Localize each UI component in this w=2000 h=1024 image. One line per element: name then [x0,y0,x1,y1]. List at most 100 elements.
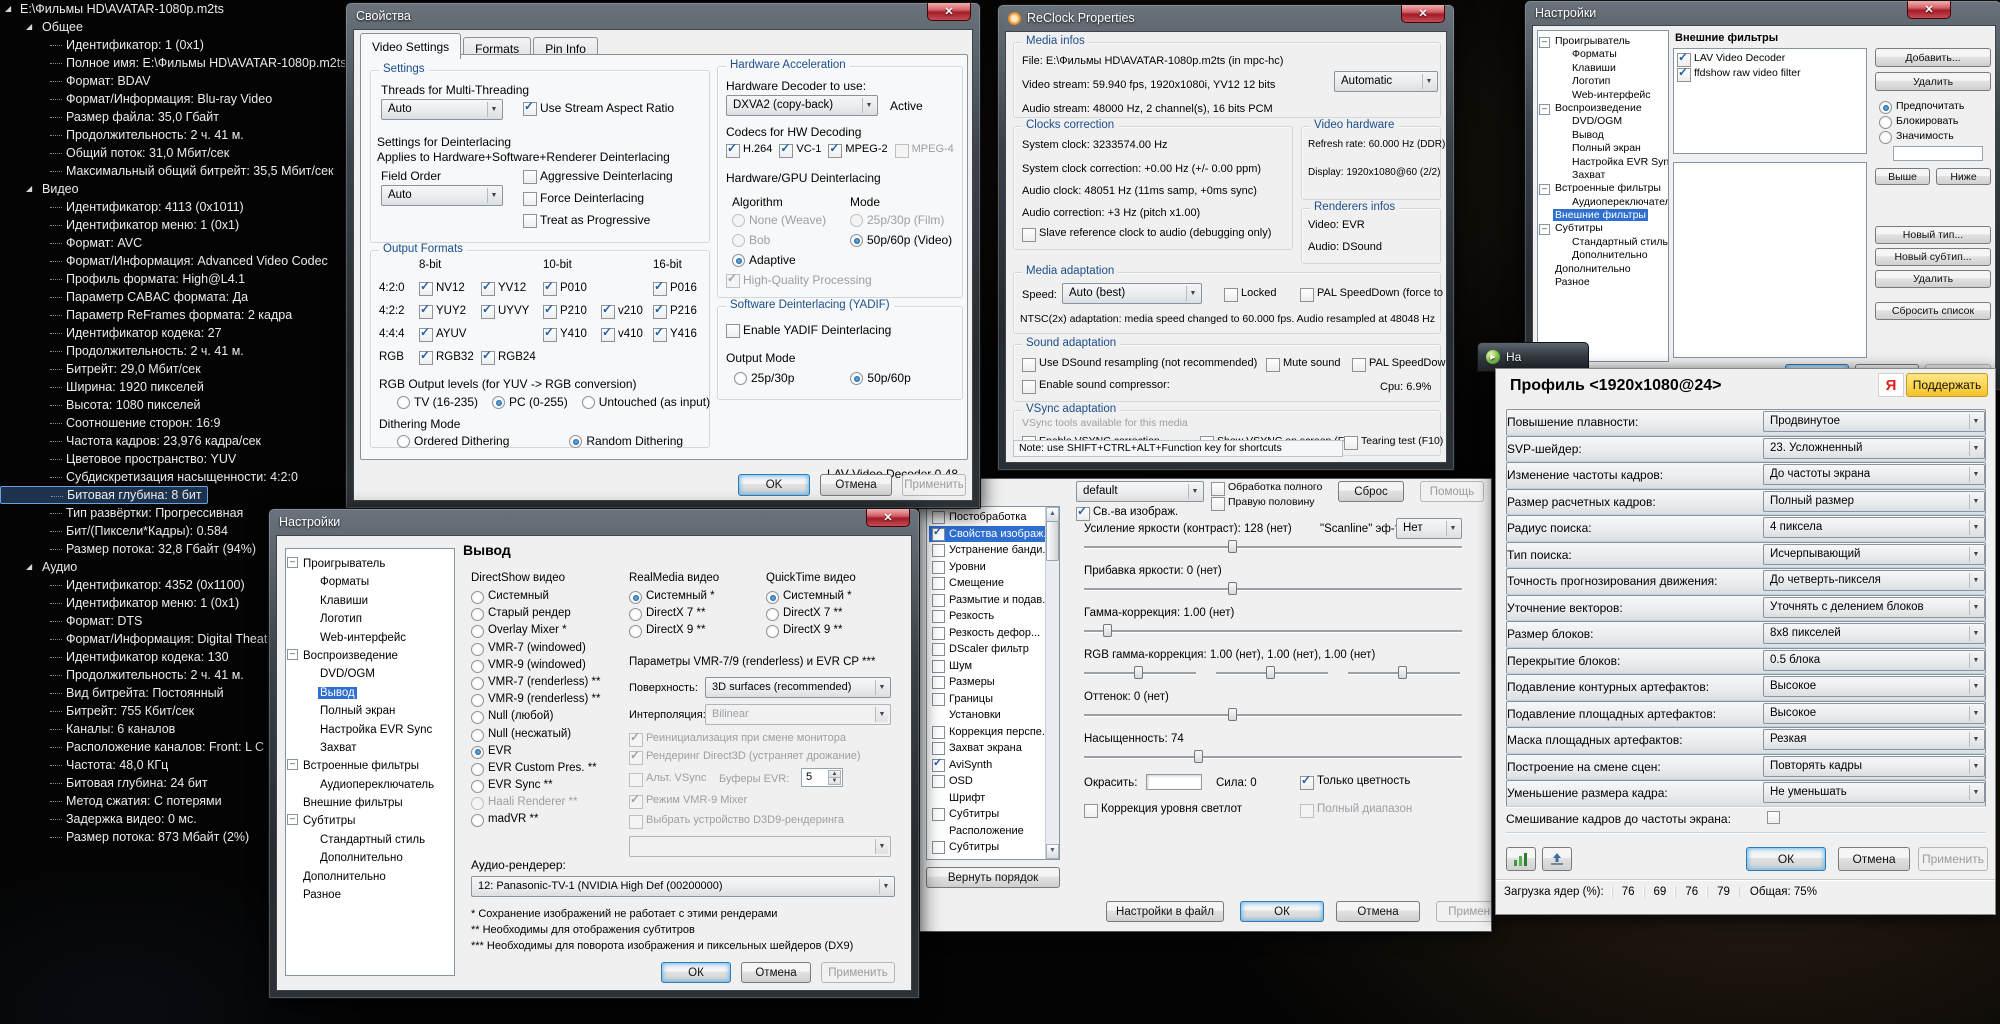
filter-tree-item[interactable]: Резкость [929,608,1045,625]
profile-row-select[interactable]: Исчерпывающий▼ [1763,544,1985,565]
renderer-radio[interactable]: DirectX 7 ** [766,607,852,624]
filter-tree-item[interactable]: Коррекция перспе... [929,724,1045,741]
close-button[interactable]: ✕ [1401,5,1445,23]
output-mode-radio[interactable]: 25p/30p [734,371,794,385]
profile-row-select[interactable]: Повторять кадры▼ [1763,756,1985,777]
lav-titlebar[interactable]: Свойства [346,3,980,29]
profile-row-select[interactable]: До частоты экрана▼ [1763,464,1985,485]
reclock-titlebar[interactable]: ReClock Properties [998,5,1454,31]
d3d9-device-select[interactable]: ▼ [629,836,891,857]
options-tree-item[interactable]: Внешние фильтры [286,794,454,812]
red-gamma-slider[interactable] [1084,665,1196,681]
options-tree-item[interactable]: Аудиопереключатель [1538,196,1668,209]
mediainfo-tree-item[interactable]: Продолжительность: 2 ч. 41 м. [0,342,348,360]
format-checkbox[interactable]: AYUV [419,328,481,340]
format-checkbox[interactable]: 10-bit [543,259,601,271]
profile-row-checkbox[interactable] [1767,811,1780,824]
mute-sound-checkbox[interactable]: Mute sound [1266,357,1340,369]
options-tree-item[interactable]: Форматы [286,573,454,591]
renderer-radio[interactable]: madVR ** [471,813,600,830]
renderer-radio[interactable]: VMR-9 (windowed) [471,659,600,676]
format-checkbox[interactable]: P216 [653,305,701,317]
add-filter-button[interactable]: Добавить... [1875,48,1991,67]
mpc-output-titlebar[interactable]: Настройки [269,509,919,535]
use-stream-aspect-checkbox[interactable]: Use Stream Aspect Ratio [523,101,674,115]
codec-checkbox[interactable]: MPEG-2 [828,143,887,155]
slider-thumb[interactable] [1194,750,1203,763]
options-tree-item[interactable]: Стандартный стиль [286,831,454,849]
format-checkbox[interactable]: v410 [601,328,653,340]
merit-input[interactable] [1893,146,1983,161]
contrast-slider[interactable] [1084,539,1462,555]
mediainfo-tree-item[interactable]: Профиль формата: High@L4.1 [0,270,348,288]
renderer-radio[interactable]: EVR Custom Pres. ** [471,762,600,779]
options-tree-item[interactable]: Стандартный стиль [1538,236,1668,249]
evr-buffers-spinner[interactable]: 5▲▼ [801,768,843,787]
rgb-level-radio[interactable]: PC (0-255) [492,395,568,409]
mediainfo-tree-item[interactable]: Идентификатор: 4113 (0x1011) [0,198,348,216]
remove-filter-button[interactable]: Удалить [1875,72,1991,91]
vmr9-mixer-checkbox[interactable]: Режим VMR-9 Mixer [629,794,747,806]
algorithm-radio[interactable]: Bob [732,233,826,247]
renderer-radio[interactable]: Overlay Mixer * [471,624,600,641]
cancel-button[interactable]: Отмена [741,962,811,983]
colorize-swatch[interactable] [1146,774,1202,790]
renderer-radio[interactable]: DirectX 9 ** [766,624,852,641]
mediainfo-tree-item[interactable]: Высота: 1080 пикселей [0,396,348,414]
new-subtype-button[interactable]: Новый субтип... [1875,248,1991,266]
save-settings-button[interactable]: Настройки в файл [1106,901,1224,922]
yadif-checkbox[interactable]: Enable YADIF Deinterlacing [726,323,891,337]
options-tree-item[interactable]: Проигрыватель [286,555,454,573]
apply-button[interactable]: Применить [1436,901,1492,922]
renderer-radio[interactable]: Null (любой) [471,710,600,727]
options-tree-item[interactable]: Субтитры [1538,222,1668,235]
move-up-button[interactable]: Выше [1875,168,1930,185]
mediainfo-tree-item[interactable]: Параметр ReFrames формата: 2 кадра [0,306,348,324]
options-tree-item[interactable]: Дополнительно [286,868,454,886]
mediainfo-tree-item[interactable]: Частота кадров: 23,976 кадра/сек [0,432,348,450]
picture-properties-checkbox[interactable]: Св.-ва изображ. [1076,506,1178,518]
hw-decoder-select[interactable]: DXVA2 (copy-back)▼ [726,95,878,116]
mediainfo-tree-item[interactable]: Идентификатор меню: 1 (0x1) [0,216,348,234]
options-tree-item[interactable]: Встроенные фильтры [1538,182,1668,195]
format-checkbox[interactable]: P210 [543,305,601,317]
apply-button[interactable]: Применить [821,962,895,983]
filter-tree-item[interactable]: Субтитры [929,839,1045,856]
d3d9-device-checkbox[interactable]: Выбрать устройство D3D9-рендеринга [629,814,844,826]
saturation-slider[interactable] [1084,749,1462,765]
filter-tree-item[interactable]: Устранение банди... [929,542,1045,559]
pin-types-list[interactable] [1673,162,1867,358]
reset-button[interactable]: Сброс [1338,481,1404,502]
right-half-checkbox[interactable]: Правую половину [1211,496,1315,508]
mediainfo-tree-item[interactable]: Формат/Информация: Advanced Video Codec [0,252,348,270]
options-tree-item[interactable]: Дополнительно [1538,263,1668,276]
mediainfo-tree-item[interactable]: Субдискретизация насыщенности: 4:2:0 [0,468,348,486]
mediainfo-tree-item[interactable]: Полное имя: E:\Фильмы HD\AVATAR-1080p.m2… [0,54,348,72]
options-tree-item[interactable]: Воспроизведение [1538,102,1668,115]
scrollbar-thumb[interactable] [1046,521,1059,561]
format-checkbox[interactable]: YV12 [481,282,543,294]
audio-renderer-select[interactable]: 12: Panasonic-TV-1 (NVIDIA High Def (002… [471,876,895,897]
hq-processing-checkbox[interactable]: High-Quality Processing [726,273,872,287]
renderer-radio[interactable]: EVR [471,745,600,762]
spin-down-icon[interactable]: ▼ [828,777,841,785]
luma-correction-checkbox[interactable]: Коррекция уровня светлот [1084,803,1242,815]
codec-checkbox[interactable]: VC-1 [779,143,821,155]
brightness-slider[interactable] [1084,581,1462,597]
options-tree-item[interactable]: Дополнительно [1538,249,1668,262]
ok-button[interactable]: ОК [661,962,731,983]
apply-button[interactable]: Применить [902,474,966,496]
options-tree-item[interactable]: Настройка EVR Sync [1538,156,1668,169]
mediainfo-tree-item[interactable]: Формат: BDAV [0,72,348,90]
renderer-radio[interactable]: DirectX 7 ** [629,607,715,624]
profile-row-select[interactable]: 4 пиксела▼ [1763,517,1985,538]
mode-radio[interactable]: 25p/30p (Film) [850,213,952,227]
mediainfo-tree-item[interactable]: Ширина: 1920 пикселей [0,378,348,396]
mediainfo-tree-item[interactable]: E:\Фильмы HD\AVATAR-1080p.m2ts [0,0,348,18]
preset-select[interactable]: default▼ [1076,481,1204,502]
dither-radio[interactable]: Ordered Dithering [397,434,509,448]
format-checkbox[interactable]: 4:2:0 [379,282,419,294]
options-tree-item[interactable]: Внешние фильтры [1538,209,1668,222]
slider-thumb[interactable] [1228,708,1237,721]
output-mode-radio[interactable]: 50p/60p [850,371,910,385]
